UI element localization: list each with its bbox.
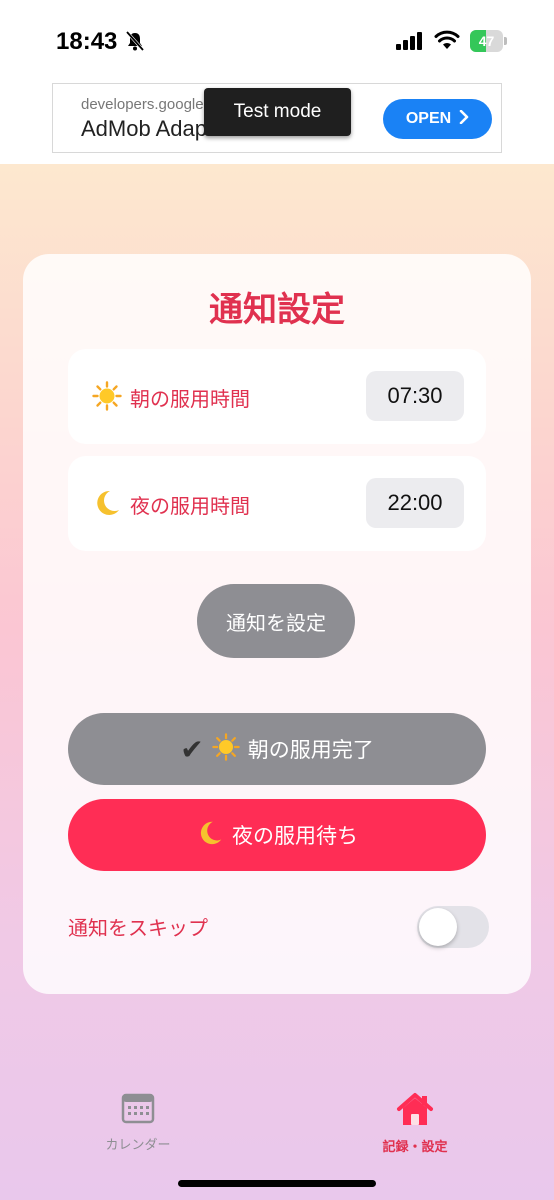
wifi-icon xyxy=(434,30,460,54)
ad-open-button[interactable]: OPEN xyxy=(383,99,492,139)
ad-title: AdMob Adap xyxy=(81,116,207,141)
checkmark-icon: ✔ xyxy=(180,732,204,766)
night-time-picker[interactable]: 22:00 xyxy=(366,478,464,528)
morning-time-row: 朝の服用時間 07:30 xyxy=(68,349,486,444)
skip-notification-toggle[interactable] xyxy=(417,906,489,948)
test-mode-label: Test mode xyxy=(204,88,351,136)
sun-icon xyxy=(212,732,240,766)
status-bar: 18:43 47 xyxy=(0,0,554,80)
bell-off-icon xyxy=(124,30,146,56)
status-time: 18:43 xyxy=(56,28,118,55)
battery-level: 47 xyxy=(478,33,495,49)
battery-icon: 47 xyxy=(470,30,507,52)
cellular-signal-icon xyxy=(396,32,424,54)
ad-area: developers.google AdMob Adap OPEN Test m… xyxy=(0,80,554,164)
morning-dose-done-label: 朝の服用完了 xyxy=(247,738,374,762)
moon-icon xyxy=(196,819,224,852)
tab-records-settings[interactable]: 記録・設定 xyxy=(345,1092,485,1155)
night-dose-waiting-label: 夜の服用待ち xyxy=(232,824,358,848)
tab-calendar-label: カレンダー xyxy=(105,1138,171,1153)
ad-url: developers.google xyxy=(81,96,204,113)
night-time-row: 夜の服用時間 22:00 xyxy=(68,456,486,551)
skip-notification-label: 通知をスキップ xyxy=(68,916,208,940)
home-icon xyxy=(395,1093,435,1130)
set-notification-button[interactable]: 通知を設定 xyxy=(197,584,355,658)
tab-records-settings-label: 記録・設定 xyxy=(382,1140,448,1155)
morning-dose-done-button[interactable]: ✔ 朝の服用完了 xyxy=(68,713,486,785)
chevron-right-icon xyxy=(459,109,469,129)
ad-open-label: OPEN xyxy=(405,110,452,127)
night-time-label: 夜の服用時間 xyxy=(130,494,250,518)
sun-icon xyxy=(92,381,122,415)
notification-settings-card: 通知設定 朝の服用時間 07:30 夜の服用時間 22:00 通知を設定 ✔ 朝… xyxy=(23,254,531,994)
home-indicator xyxy=(178,1180,376,1187)
morning-time-picker[interactable]: 07:30 xyxy=(366,371,464,421)
calendar-icon xyxy=(121,1093,155,1128)
morning-time-label: 朝の服用時間 xyxy=(130,387,250,411)
page-title: 通知設定 xyxy=(209,290,345,330)
toggle-knob xyxy=(419,908,457,946)
moon-icon xyxy=(92,488,122,522)
tab-calendar[interactable]: カレンダー xyxy=(68,1092,208,1153)
night-dose-waiting-button[interactable]: 夜の服用待ち xyxy=(68,799,486,871)
